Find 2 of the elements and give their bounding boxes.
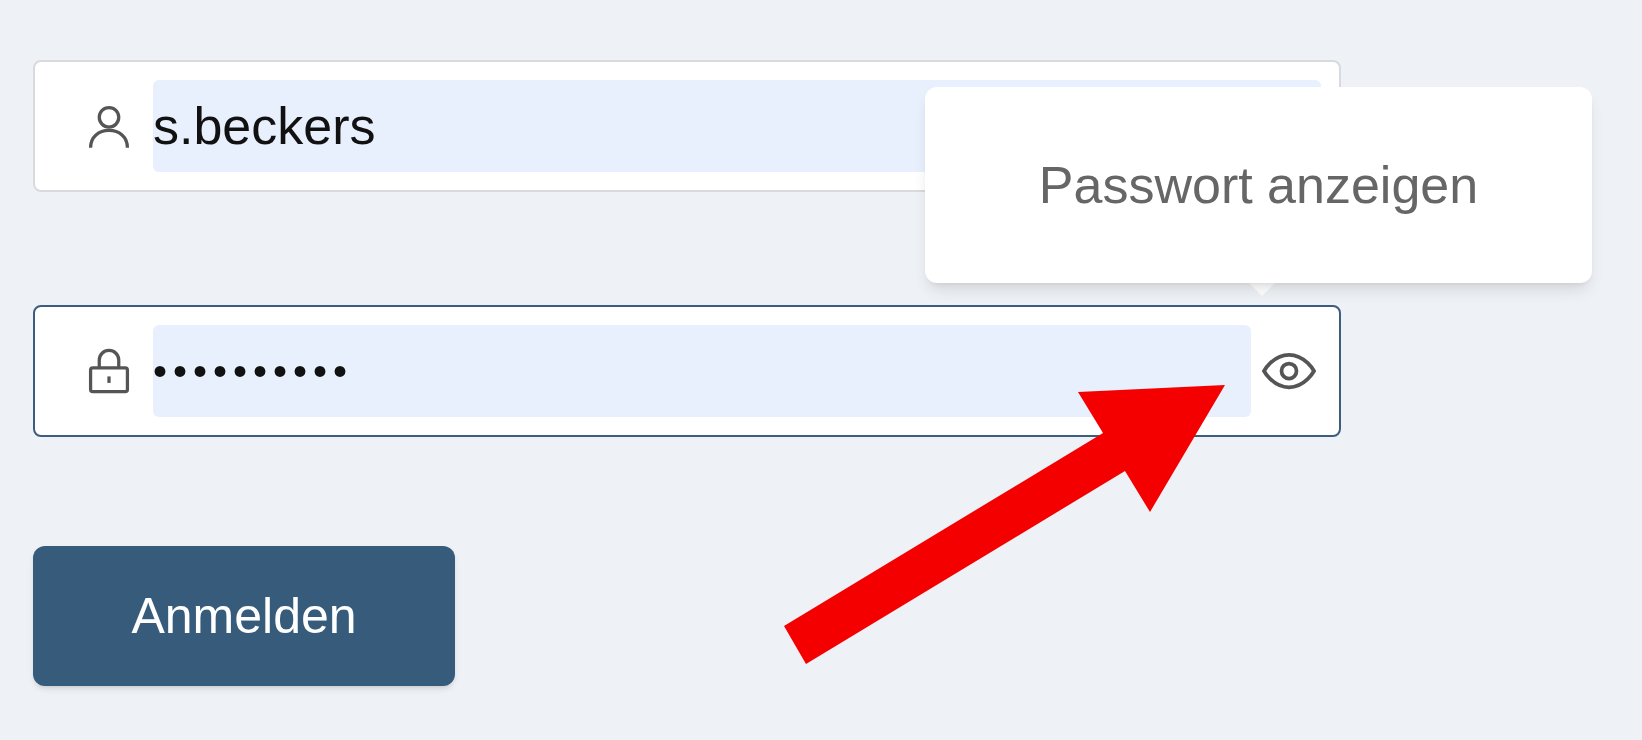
login-button[interactable]: Anmelden bbox=[33, 546, 455, 686]
password-field[interactable]: •••••••••• bbox=[33, 305, 1341, 437]
